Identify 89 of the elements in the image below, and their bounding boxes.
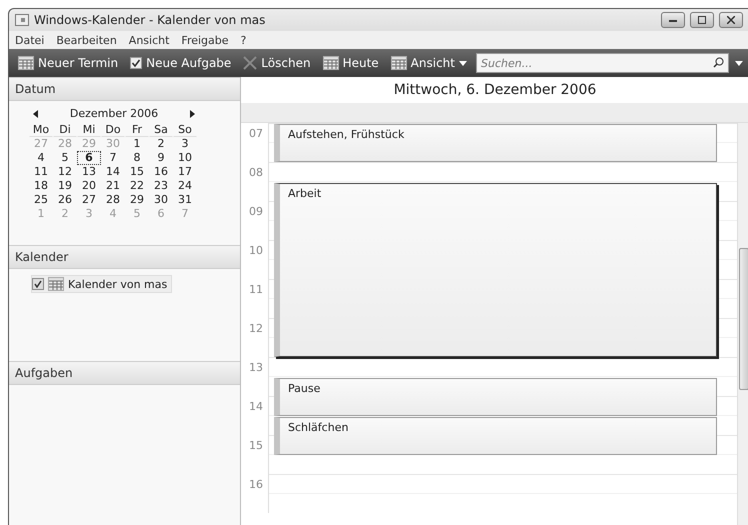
weekday-label: Mi	[77, 123, 101, 137]
weekday-label: Di	[53, 123, 77, 137]
menu-item[interactable]: ?	[240, 34, 246, 46]
weekday-label: Fr	[125, 123, 149, 137]
scrollbar[interactable]	[737, 123, 748, 525]
hour-label: 09	[241, 201, 269, 240]
close-button[interactable]	[719, 12, 743, 28]
close-icon	[727, 16, 735, 24]
minimize-icon	[669, 18, 677, 22]
day-cell[interactable]: 21	[101, 179, 125, 193]
month-label: Dezember 2006	[70, 107, 158, 120]
hour-label: 15	[241, 435, 269, 474]
day-cell[interactable]: 14	[101, 165, 125, 179]
toolbar-button[interactable]: Neuer Termin	[15, 54, 122, 72]
day-cell[interactable]: 25	[29, 193, 53, 207]
day-cell[interactable]: 24	[173, 179, 197, 193]
day-cell[interactable]: 16	[149, 165, 173, 179]
calendar-icon	[390, 56, 407, 70]
day-cell[interactable]: 12	[53, 165, 77, 179]
day-cell[interactable]: 23	[149, 179, 173, 193]
toolbar-button[interactable]: Heute	[320, 54, 382, 72]
day-cell[interactable]: 22	[125, 179, 149, 193]
day-cell[interactable]: 11	[29, 165, 53, 179]
hour-label: 10	[241, 240, 269, 279]
caret-icon	[458, 60, 467, 66]
day-cell[interactable]: 29	[125, 193, 149, 207]
appointment[interactable]: Pause	[274, 378, 717, 416]
day-cell[interactable]: 3	[173, 137, 197, 151]
menu-item[interactable]: Freigabe	[181, 34, 229, 46]
toolbar-button[interactable]: Neue Aufgabe	[127, 54, 234, 72]
hour-label: 08	[241, 162, 269, 201]
day-cell[interactable]: 8	[125, 151, 149, 165]
day-title: Mittwoch, 6. Dezember 2006	[392, 81, 598, 100]
minimize-button[interactable]	[661, 12, 685, 28]
day-cell[interactable]: 20	[77, 179, 101, 193]
day-cell[interactable]: 2	[149, 137, 173, 151]
checkbox-icon	[130, 57, 142, 69]
search-field[interactable]: Suchen...	[476, 53, 730, 73]
day-cell[interactable]: 19	[53, 179, 77, 193]
hour-label: 16	[241, 474, 269, 513]
maximize-button[interactable]	[690, 12, 714, 28]
day-cell[interactable]: 27	[77, 193, 101, 207]
weekday-label: Do	[101, 123, 125, 137]
day-cell[interactable]: 10	[173, 151, 197, 165]
previous-month-icon[interactable]	[33, 110, 38, 118]
toolbar-button[interactable]: Löschen	[240, 54, 314, 72]
day-cell[interactable]: 15	[125, 165, 149, 179]
day-cell[interactable]: 26	[53, 193, 77, 207]
day-cell[interactable]: 30	[149, 193, 173, 207]
calendar-icon	[18, 56, 34, 70]
appointment[interactable]: Aufstehen, Frühstück	[274, 124, 717, 162]
weekday-label: Sa	[149, 123, 173, 137]
day-cell[interactable]: 9	[149, 151, 173, 165]
hour-label: 11	[241, 279, 269, 318]
weekday-label: Mo	[29, 123, 53, 137]
menu-item[interactable]: Ansicht	[128, 34, 170, 46]
checkbox[interactable]	[32, 278, 44, 290]
pane-header: Aufgaben	[9, 361, 240, 385]
day-cell[interactable]: 4	[29, 151, 53, 165]
scroll-thumb[interactable]	[739, 248, 748, 390]
day-cell[interactable]: 31	[173, 193, 197, 207]
app-icon	[15, 14, 29, 26]
calendar-icon	[322, 56, 339, 70]
pane-header: Kalender	[9, 245, 240, 269]
menu-item[interactable]: Bearbeiten	[56, 34, 117, 46]
hour-label: 12	[241, 318, 269, 357]
day-cell[interactable]: 13	[77, 165, 101, 179]
cross-icon	[243, 56, 258, 70]
pane-header: Datum	[9, 77, 240, 101]
appointment[interactable]: Schläfchen	[274, 416, 717, 454]
caret-icon[interactable]	[735, 60, 743, 66]
toolbar-button[interactable]: Ansicht	[388, 54, 470, 72]
next-month-icon[interactable]	[190, 110, 195, 118]
day-cell[interactable]: 6	[77, 151, 101, 165]
day-cell[interactable]: 5	[53, 151, 77, 165]
menu-item[interactable]: Datei	[15, 34, 44, 46]
weekday-label: So	[173, 123, 197, 137]
day-cell[interactable]: 7	[101, 151, 125, 165]
day-cell[interactable]: 28	[101, 193, 125, 207]
maximize-icon	[698, 16, 706, 24]
hour-label: 07	[241, 123, 269, 162]
day-cell[interactable]: 17	[173, 165, 197, 179]
hour-label: 14	[241, 396, 269, 435]
day-cell[interactable]: 18	[29, 179, 53, 193]
day-cell[interactable]: 1	[125, 137, 149, 151]
appointment[interactable]: Arbeit	[274, 182, 717, 357]
hour-label: 13	[241, 357, 269, 396]
window-title: Windows-Kalender - Kalender von mas	[34, 13, 266, 27]
search-icon[interactable]	[713, 57, 724, 68]
